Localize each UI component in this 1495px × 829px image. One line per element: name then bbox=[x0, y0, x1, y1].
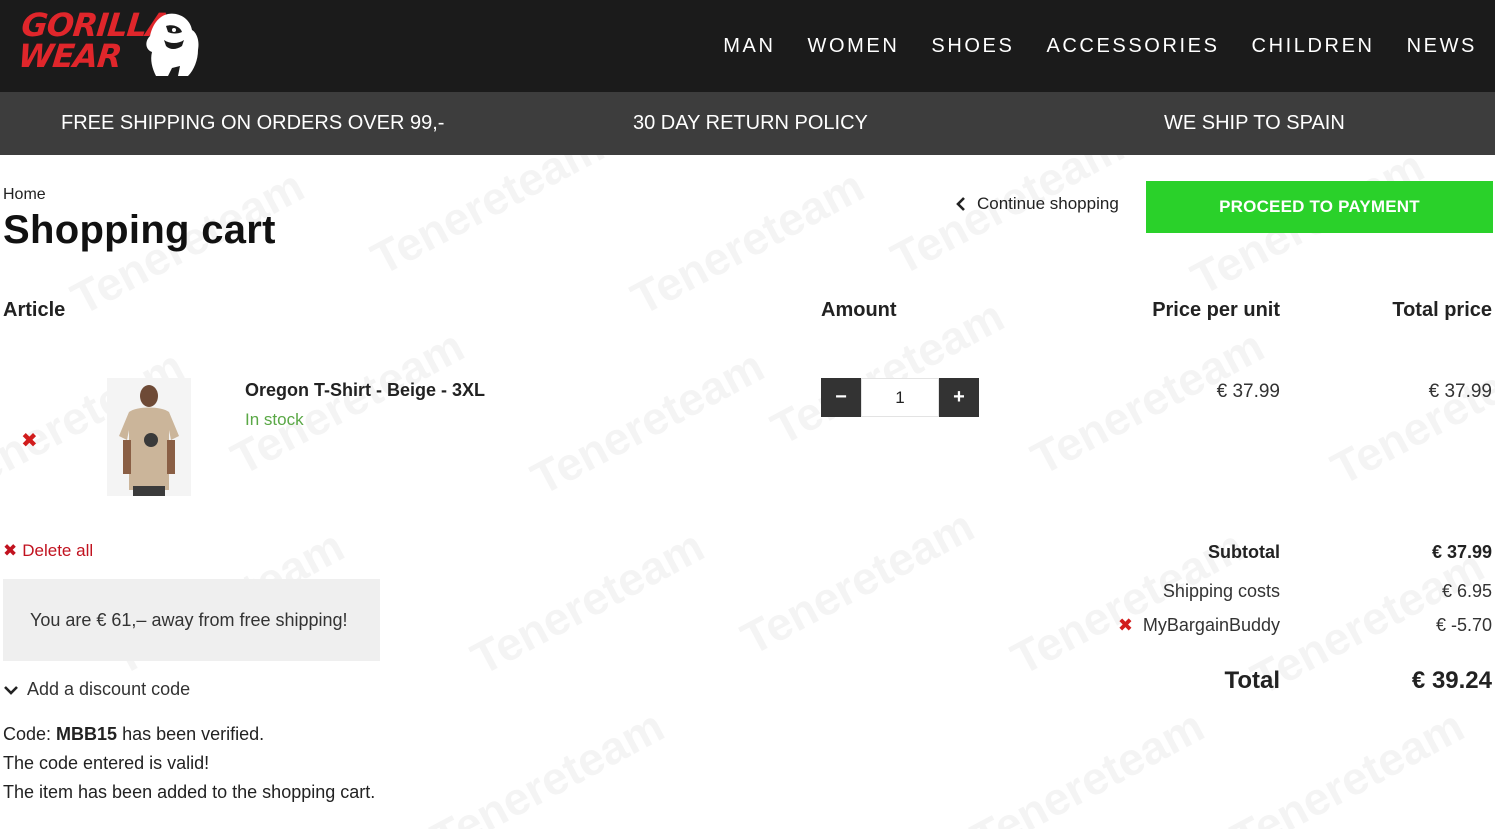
total-label: Total bbox=[1224, 667, 1280, 694]
coupon-row: ✖ MyBargainBuddy bbox=[1118, 615, 1280, 636]
watermark-text: Tenereteam bbox=[882, 155, 1132, 286]
watermark-text: Tenereteam bbox=[1222, 698, 1472, 829]
nav-children[interactable]: CHILDREN bbox=[1252, 33, 1375, 59]
main-nav: MAN WOMEN SHOES ACCESSORIES CHILDREN NEW… bbox=[691, 33, 1477, 59]
breadcrumb: Home bbox=[3, 186, 46, 204]
nav-man[interactable]: MAN bbox=[723, 33, 775, 59]
product-name[interactable]: Oregon T-Shirt - Beige - 3XL bbox=[245, 380, 485, 401]
product-photo-tshirt bbox=[107, 378, 191, 496]
header-amount: Amount bbox=[821, 299, 897, 321]
watermark-text: Tenereteam bbox=[732, 498, 982, 665]
delete-all-label: Delete all bbox=[22, 541, 94, 560]
chevron-down-icon bbox=[4, 685, 18, 695]
add-discount-code-label: Add a discount code bbox=[27, 679, 191, 699]
site-header: GORILLA WEAR MAN WOMEN SHOES ACCESSORIES… bbox=[0, 0, 1495, 92]
watermark-text: Tenereteam bbox=[422, 698, 672, 829]
promo-bar: FREE SHIPPING ON ORDERS OVER 99,- 30 DAY… bbox=[0, 92, 1495, 155]
gorilla-wear-logo[interactable]: GORILLA WEAR bbox=[16, 6, 202, 78]
watermark-text: Tenereteam bbox=[522, 338, 772, 505]
price-per-unit: € 37.99 bbox=[1216, 381, 1280, 402]
quantity-stepper: − + bbox=[821, 378, 979, 417]
header-total-price: Total price bbox=[1392, 299, 1492, 321]
nav-women[interactable]: WOMEN bbox=[808, 33, 900, 59]
quantity-minus-button[interactable]: − bbox=[821, 378, 861, 417]
breadcrumb-home[interactable]: Home bbox=[3, 186, 46, 203]
add-discount-code-toggle[interactable]: Add a discount code bbox=[3, 679, 190, 700]
watermark-text: Tenereteam bbox=[462, 518, 712, 685]
watermark-text: Tenereteam bbox=[362, 155, 612, 286]
nav-news[interactable]: NEWS bbox=[1407, 33, 1477, 59]
remove-item-icon[interactable]: ✖ bbox=[21, 428, 38, 453]
code-valid-message: The code entered is valid! bbox=[3, 753, 210, 773]
subtotal-label: Subtotal bbox=[1208, 542, 1280, 562]
continue-shopping-label: Continue shopping bbox=[977, 194, 1119, 213]
header-article: Article bbox=[3, 299, 66, 321]
quantity-plus-button[interactable]: + bbox=[939, 378, 979, 417]
stock-status: In stock bbox=[245, 410, 304, 429]
coupon-label: MyBargainBuddy bbox=[1142, 615, 1280, 635]
promo-return-policy: 30 DAY RETURN POLICY bbox=[633, 112, 868, 134]
header-price-per-unit: Price per unit bbox=[1152, 299, 1280, 321]
page-title: Shopping cart bbox=[3, 208, 276, 252]
shipping-costs-label: Shipping costs bbox=[1162, 581, 1280, 601]
product-image[interactable] bbox=[107, 378, 191, 496]
coupon-value: € -5.70 bbox=[1435, 615, 1492, 635]
free-shipping-notice: You are € 61,– away from free shipping! bbox=[3, 579, 380, 661]
gorilla-icon bbox=[146, 13, 199, 77]
total-value: € 39.24 bbox=[1411, 667, 1492, 694]
item-added-message: The item has been added to the shopping … bbox=[3, 782, 376, 802]
watermark-text: Tenereteam bbox=[1322, 328, 1495, 495]
subtotal-value: € 37.99 bbox=[1431, 542, 1492, 562]
delete-all-icon: ✖ bbox=[3, 541, 18, 560]
watermark-text: Tenereteam bbox=[222, 318, 472, 485]
shipping-costs-value: € 6.95 bbox=[1441, 581, 1492, 601]
quantity-input[interactable] bbox=[861, 378, 939, 417]
continue-shopping-link[interactable]: Continue shopping bbox=[955, 194, 1119, 214]
item-total-price: € 37.99 bbox=[1428, 381, 1492, 402]
code-suffix: has been verified. bbox=[117, 724, 265, 744]
remove-coupon-icon[interactable]: ✖ bbox=[1118, 615, 1133, 635]
proceed-to-payment-button[interactable]: PROCEED TO PAYMENT bbox=[1146, 181, 1493, 233]
discount-code-value: MBB15 bbox=[56, 724, 118, 744]
promo-free-shipping: FREE SHIPPING ON ORDERS OVER 99,- bbox=[61, 112, 445, 134]
promo-ship-to: WE SHIP TO SPAIN bbox=[1164, 112, 1345, 134]
nav-accessories[interactable]: ACCESSORIES bbox=[1046, 33, 1219, 59]
code-verified-message: Code: MBB15 has been verified. bbox=[3, 720, 375, 749]
code-prefix: Code: bbox=[3, 724, 57, 744]
discount-messages: Code: MBB15 has been verified. The code … bbox=[3, 720, 375, 807]
nav-shoes[interactable]: SHOES bbox=[931, 33, 1014, 59]
delete-all-link[interactable]: ✖ Delete all bbox=[3, 541, 93, 561]
watermark-text: Tenereteam bbox=[962, 698, 1212, 829]
chevron-left-icon bbox=[956, 197, 965, 211]
